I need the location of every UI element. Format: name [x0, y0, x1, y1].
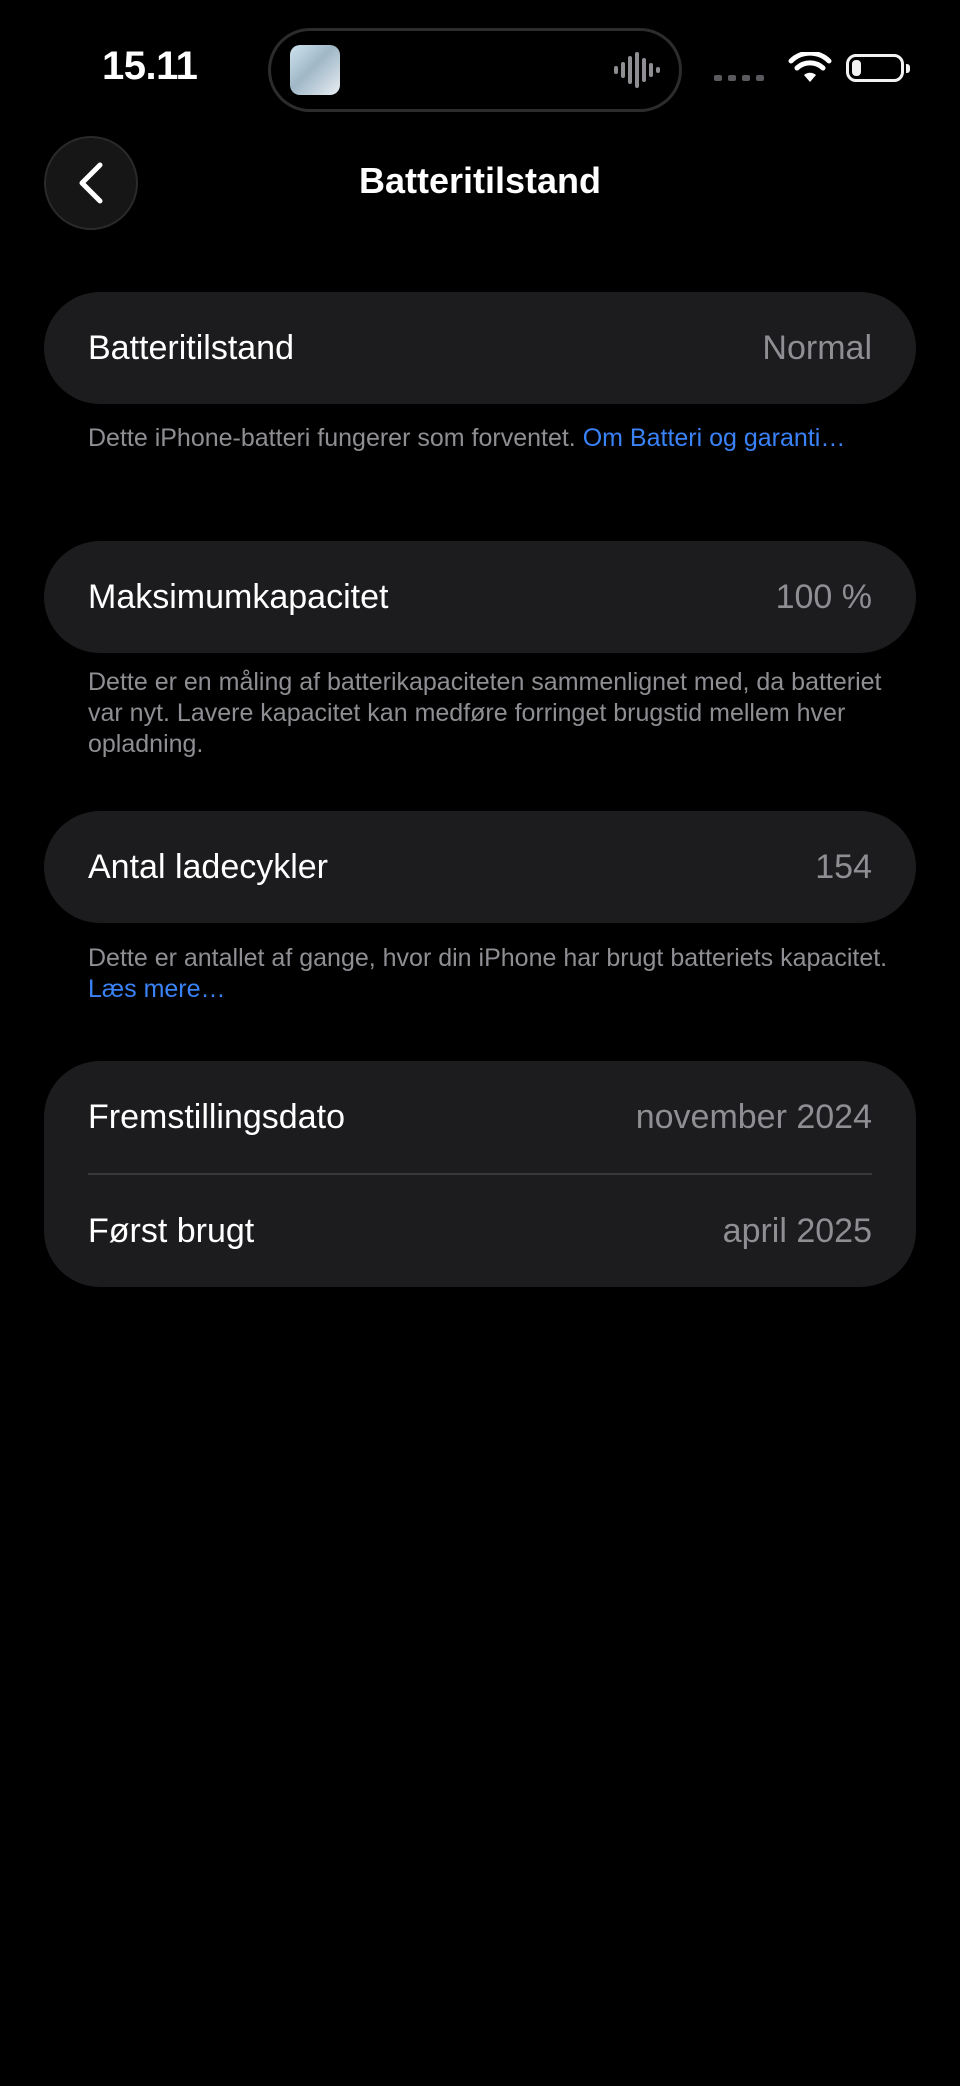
cycle-count-row: Antal ladecykler 154: [88, 811, 872, 923]
battery-health-value: Normal: [762, 328, 872, 367]
battery-health-footnote: Dette iPhone-batteri fungerer som forven…: [88, 423, 888, 454]
battery-level: [852, 60, 861, 76]
cycle-count-footnote: Dette er antallet af gange, hvor din iPh…: [88, 943, 888, 1005]
battery-health-footnote-text: Dette iPhone-batteri fungerer som forven…: [88, 424, 583, 452]
first-use-value: april 2025: [722, 1211, 872, 1250]
max-capacity-label: Maksimumkapacitet: [88, 577, 389, 616]
read-more-link[interactable]: Læs mere…: [88, 975, 226, 1003]
battery-health-row: Batteritilstand Normal: [88, 292, 872, 404]
max-capacity-card: Maksimumkapacitet 100 %: [44, 541, 916, 653]
first-use-label: Først brugt: [88, 1211, 255, 1250]
cycle-count-card: Antal ladecykler 154: [44, 811, 916, 923]
battery-health-label: Batteritilstand: [88, 328, 294, 367]
dynamic-island[interactable]: [268, 28, 682, 112]
status-time: 15.11: [102, 44, 198, 88]
battery-icon: [846, 54, 910, 82]
manufacture-date-label: Fremstillingsdato: [88, 1097, 345, 1136]
cycle-count-footnote-text: Dette er antallet af gange, hvor din iPh…: [88, 944, 888, 972]
dates-card: Fremstillingsdato november 2024 Først br…: [44, 1061, 916, 1287]
max-capacity-row: Maksimumkapacitet 100 %: [88, 541, 872, 653]
cycle-count-label: Antal ladecykler: [88, 847, 329, 886]
max-capacity-footnote: Dette er en måling af batterikapaciteten…: [88, 668, 882, 758]
wifi-icon: [788, 52, 832, 82]
cellular-signal-icon: [714, 75, 764, 81]
max-capacity-value: 100 %: [775, 577, 872, 616]
page-title: Batteritilstand: [358, 160, 602, 201]
cycle-count-value: 154: [815, 847, 872, 886]
manufacture-date-value: november 2024: [635, 1097, 872, 1136]
status-indicators: [714, 52, 910, 84]
battery-warranty-link[interactable]: Om Batteri og garanti…: [583, 424, 846, 452]
battery-health-card: Batteritilstand Normal: [44, 292, 916, 404]
first-use-row: Først brugt april 2025: [88, 1175, 872, 1287]
now-playing-artwork: [290, 45, 340, 95]
manufacture-date-row: Fremstillingsdato november 2024: [88, 1061, 872, 1173]
waveform-icon: [614, 52, 660, 88]
